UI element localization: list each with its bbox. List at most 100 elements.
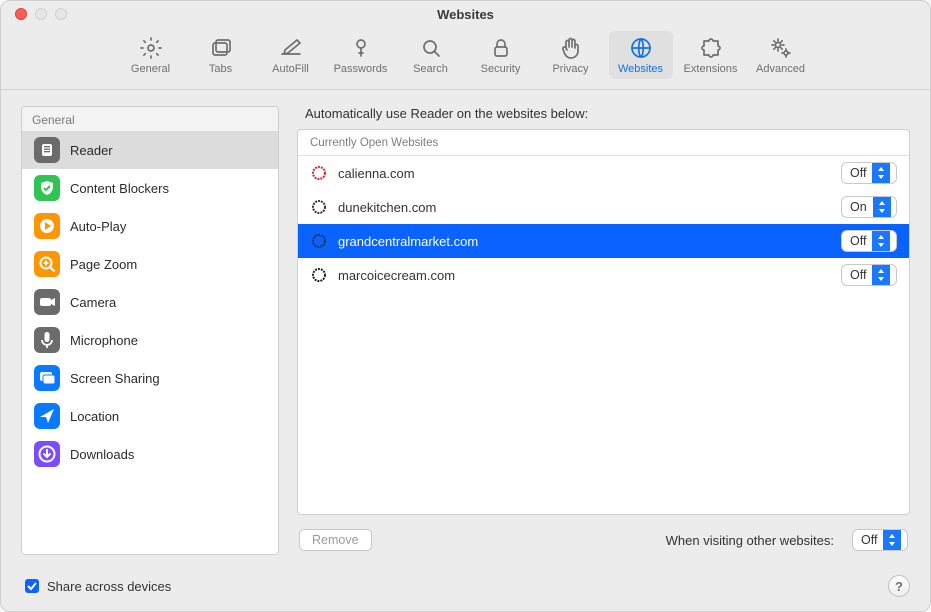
- sidebar-item-label: Auto-Play: [70, 219, 126, 234]
- sidebar-item-screen-sharing[interactable]: Screen Sharing: [22, 359, 278, 397]
- sidebar-item-microphone[interactable]: Microphone: [22, 321, 278, 359]
- setting-select[interactable]: On: [841, 196, 897, 218]
- remove-button[interactable]: Remove: [299, 529, 372, 551]
- website-domain: dunekitchen.com: [338, 200, 841, 215]
- website-row[interactable]: marcoicecream.com Off: [298, 258, 909, 292]
- help-button[interactable]: ?: [888, 575, 910, 597]
- sidebar-item-auto-play[interactable]: Auto-Play: [22, 207, 278, 245]
- footer: Share across devices ?: [1, 563, 930, 611]
- tab-label: Tabs: [209, 63, 232, 75]
- website-row[interactable]: grandcentralmarket.com Off: [298, 224, 909, 258]
- tab-general[interactable]: General: [119, 31, 183, 79]
- setting-select[interactable]: Off: [841, 162, 897, 184]
- sidebar-item-location[interactable]: Location: [22, 397, 278, 435]
- lock-icon: [488, 35, 514, 61]
- default-select[interactable]: Off: [852, 529, 908, 551]
- tab-websites[interactable]: Websites: [609, 31, 673, 79]
- tab-security[interactable]: Security: [469, 31, 533, 79]
- minimize-button[interactable]: [35, 8, 47, 20]
- default-label: When visiting other websites:: [666, 533, 834, 548]
- hand-icon: [558, 35, 584, 61]
- zoom-button[interactable]: [55, 8, 67, 20]
- key-icon: [348, 35, 374, 61]
- tab-label: Search: [413, 63, 448, 75]
- sidebar-item-label: Microphone: [70, 333, 138, 348]
- setting-value: Off: [850, 166, 872, 180]
- sidebar-item-downloads[interactable]: Downloads: [22, 435, 278, 473]
- website-list: Currently Open Websites calienna.comOffd…: [297, 129, 910, 515]
- website-domain: calienna.com: [338, 166, 841, 181]
- sidebar: General Reader Content Blockers Auto-Play P…: [21, 106, 279, 555]
- magnify-icon: [418, 35, 444, 61]
- setting-value: On: [850, 200, 873, 214]
- tab-passwords[interactable]: Passwords: [329, 31, 393, 79]
- titlebar: Websites: [1, 1, 930, 27]
- share-label: Share across devices: [47, 579, 171, 594]
- pencil-icon: [278, 35, 304, 61]
- tabs-icon: [208, 35, 234, 61]
- bottom-row: Remove When visiting other websites: Off: [297, 515, 910, 555]
- chevron-updown-icon: [883, 530, 901, 550]
- tab-label: Extensions: [684, 63, 738, 75]
- sidebar-item-label: Page Zoom: [70, 257, 137, 272]
- main-panel: Automatically use Reader on the websites…: [297, 106, 910, 555]
- website-domain: marcoicecream.com: [338, 268, 841, 283]
- tab-label: Advanced: [756, 63, 805, 75]
- tab-label: Privacy: [552, 63, 588, 75]
- tab-privacy[interactable]: Privacy: [539, 31, 603, 79]
- content-body: General Reader Content Blockers Auto-Play P…: [1, 90, 930, 563]
- traffic-lights: [1, 8, 67, 20]
- tab-label: Websites: [618, 63, 663, 75]
- tab-autofill[interactable]: AutoFill: [259, 31, 323, 79]
- sidebar-item-label: Downloads: [70, 447, 134, 462]
- sidebar-group-label: General: [22, 107, 278, 131]
- close-button[interactable]: [15, 8, 27, 20]
- gear-icon: [138, 35, 164, 61]
- reader-icon: [34, 137, 60, 163]
- download-icon: [34, 441, 60, 467]
- sidebar-item-label: Content Blockers: [70, 181, 169, 196]
- favicon-icon: [310, 164, 328, 182]
- sidebar-item-label: Reader: [70, 143, 113, 158]
- tab-label: Security: [481, 63, 521, 75]
- sidebar-item-camera[interactable]: Camera: [22, 283, 278, 321]
- tab-label: General: [131, 63, 170, 75]
- arrow-icon: [34, 403, 60, 429]
- chevron-updown-icon: [872, 231, 890, 251]
- window-title: Websites: [1, 7, 930, 22]
- website-domain: grandcentralmarket.com: [338, 234, 841, 249]
- sidebar-item-label: Camera: [70, 295, 116, 310]
- preferences-window: Websites General Tabs AutoFill Passwords Sea…: [0, 0, 931, 612]
- play-icon: [34, 213, 60, 239]
- setting-select[interactable]: Off: [841, 264, 897, 286]
- setting-value: Off: [850, 234, 872, 248]
- default-select-value: Off: [861, 533, 883, 547]
- website-row[interactable]: calienna.com Off: [298, 156, 909, 190]
- favicon-icon: [310, 266, 328, 284]
- puzzle-icon: [698, 35, 724, 61]
- setting-value: Off: [850, 268, 872, 282]
- chevron-updown-icon: [873, 197, 891, 217]
- tab-label: AutoFill: [272, 63, 309, 75]
- gears-icon: [768, 35, 794, 61]
- website-row[interactable]: dunekitchen.com On: [298, 190, 909, 224]
- screens-icon: [34, 365, 60, 391]
- tab-advanced[interactable]: Advanced: [749, 31, 813, 79]
- sidebar-item-label: Screen Sharing: [70, 371, 160, 386]
- chevron-updown-icon: [872, 265, 890, 285]
- zoom-icon: [34, 251, 60, 277]
- tab-extensions[interactable]: Extensions: [679, 31, 743, 79]
- setting-select[interactable]: Off: [841, 230, 897, 252]
- sidebar-item-content-blockers[interactable]: Content Blockers: [22, 169, 278, 207]
- toolbar: General Tabs AutoFill Passwords Search Securi…: [1, 27, 930, 90]
- sidebar-item-label: Location: [70, 409, 119, 424]
- favicon-icon: [310, 198, 328, 216]
- tab-tabs[interactable]: Tabs: [189, 31, 253, 79]
- tab-label: Passwords: [334, 63, 388, 75]
- sidebar-item-page-zoom[interactable]: Page Zoom: [22, 245, 278, 283]
- share-checkbox[interactable]: [25, 579, 39, 593]
- sidebar-item-reader[interactable]: Reader: [22, 131, 278, 169]
- shield-icon: [34, 175, 60, 201]
- mic-icon: [34, 327, 60, 353]
- tab-search[interactable]: Search: [399, 31, 463, 79]
